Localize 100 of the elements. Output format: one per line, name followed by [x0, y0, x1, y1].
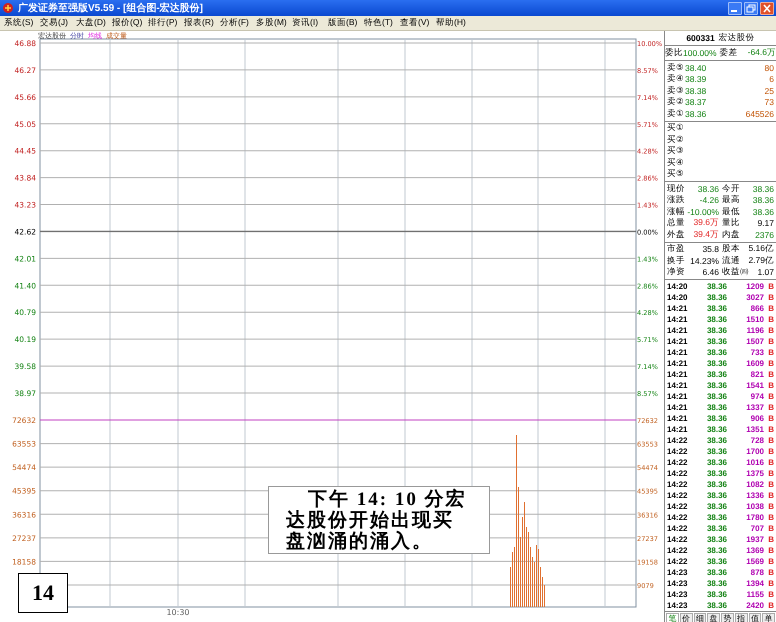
tick-volume: 1336	[745, 491, 764, 500]
stat-label: 收益㈣	[722, 266, 749, 278]
panel-tab[interactable]: 单	[762, 612, 775, 622]
menu-item[interactable]: 查看(V)	[396, 17, 432, 29]
stat-label: 净资	[667, 266, 685, 278]
tick-volume: 1016	[745, 458, 764, 467]
bid-label: 买②	[667, 134, 685, 146]
menu-item[interactable]: 系统(S)	[0, 17, 36, 29]
tick-time: 14:21	[667, 337, 688, 346]
stat-value: -10.00%	[686, 206, 719, 217]
tick-side: B	[767, 524, 774, 533]
tick-volume: 3027	[745, 293, 764, 302]
stat-label: 外盘	[667, 228, 685, 241]
panel-tab[interactable]: 笔	[666, 612, 679, 622]
stat-value: 39.6万	[692, 217, 719, 230]
stat-value: 14.23%	[689, 256, 719, 266]
menu-item[interactable]: 特色(T)	[360, 17, 396, 29]
tick-price: 38.36	[706, 370, 727, 379]
stat-value: 6.46	[701, 267, 719, 278]
stat-label: 今开	[722, 182, 740, 194]
panel-tab[interactable]: 细	[694, 612, 706, 622]
tick-side: B	[767, 304, 774, 313]
close-button[interactable]	[760, 2, 774, 14]
diff-value: -64.6万	[746, 47, 776, 59]
tick-side: B	[767, 469, 774, 478]
bid-label: 买③	[667, 145, 685, 158]
tick-price: 38.36	[706, 502, 727, 511]
tick-volume: 1337	[745, 403, 764, 412]
ask-volume: 80	[764, 62, 774, 73]
tick-side: B	[767, 447, 774, 456]
menu-item[interactable]: 交易(J)	[36, 17, 72, 29]
tick-time: 14:22	[667, 458, 688, 467]
tick-time: 14:21	[667, 381, 688, 390]
tick-side: B	[767, 403, 774, 412]
menu-item[interactable]: 报表(R)	[180, 17, 216, 29]
stat-label: 现价	[667, 182, 685, 195]
stat-label: 流通	[722, 254, 740, 267]
tick-price: 38.36	[706, 491, 727, 500]
menu-item[interactable]: 版面(B)	[324, 17, 360, 29]
tick-price: 38.36	[706, 414, 727, 423]
panel-tab[interactable]: 盘	[707, 612, 720, 622]
tick-side: B	[767, 293, 774, 302]
tick-price: 38.36	[706, 447, 727, 456]
tick-time: 14:23	[667, 568, 688, 577]
tick-side: B	[767, 392, 774, 401]
tick-side: B	[767, 348, 774, 357]
tick-volume: 707	[750, 524, 764, 533]
panel-tab[interactable]: 势	[721, 612, 734, 622]
tick-side: B	[767, 337, 774, 346]
menu-item[interactable]: 报价(Q)	[108, 17, 144, 29]
stat-label: 涨幅	[667, 206, 685, 218]
tick-price: 38.36	[706, 557, 727, 566]
tick-side: B	[767, 502, 774, 511]
tick-time: 14:21	[667, 392, 688, 401]
window-title: 广发证券至强版V5.59 - [组合图-宏达股份]	[18, 1, 204, 15]
caption-text: 下午 14: 10 分宏达股份开始出现买盘汹涌的涌入。	[268, 486, 490, 554]
panel-tab[interactable]: 值	[748, 612, 762, 622]
panel-tab[interactable]: 指	[734, 612, 748, 622]
tick-price: 38.36	[706, 579, 727, 588]
tick-side: B	[767, 546, 774, 555]
stat-label: 涨跌	[667, 194, 685, 206]
tick-price: 38.36	[706, 326, 727, 335]
menu-item[interactable]: 多股(M)	[252, 17, 288, 29]
menu-item[interactable]: 分析(F)	[216, 17, 252, 29]
stat-value: 38.36	[752, 184, 774, 194]
menu-item[interactable]: 帮助(H)	[432, 17, 468, 29]
tick-price: 38.36	[706, 348, 727, 357]
stat-value: 38.36	[752, 206, 774, 217]
tick-time: 14:22	[667, 447, 688, 456]
tick-side: B	[767, 557, 774, 566]
ask-volume: 6	[768, 74, 774, 84]
tick-price: 38.36	[706, 524, 727, 533]
panel-tab[interactable]: 价	[680, 612, 692, 622]
tick-side: B	[767, 282, 774, 291]
restore-button[interactable]	[744, 2, 758, 14]
tick-price: 38.36	[706, 392, 727, 401]
menu-item[interactable]: 大盘(D)	[72, 17, 108, 29]
tick-side: B	[767, 458, 774, 467]
menu-item[interactable]: 排行(P)	[144, 17, 180, 29]
tick-volume: 1369	[745, 546, 764, 555]
tick-side: B	[767, 436, 774, 445]
stat-label: 最高	[722, 194, 740, 206]
menu-item[interactable]: 资讯(I)	[288, 17, 324, 29]
stat-value: 2.79亿	[747, 254, 774, 267]
ask-label: 卖②	[667, 96, 685, 108]
minimize-button[interactable]	[728, 2, 742, 14]
tick-time: 14:21	[667, 425, 688, 434]
ask-price: 38.37	[685, 97, 706, 108]
tick-time: 14:21	[667, 414, 688, 423]
tick-price: 38.36	[706, 601, 727, 610]
time-label: 10:30	[166, 608, 190, 617]
ask-price: 38.40	[685, 62, 706, 73]
ask-label: 卖①	[667, 108, 685, 120]
tick-volume: 866	[750, 304, 764, 313]
stat-label: 总量	[667, 217, 685, 230]
tick-time: 14:22	[667, 480, 688, 489]
tick-side: B	[767, 370, 774, 379]
tick-side: B	[767, 513, 774, 522]
tick-price: 38.36	[706, 304, 727, 313]
tick-time: 14:21	[667, 326, 688, 335]
